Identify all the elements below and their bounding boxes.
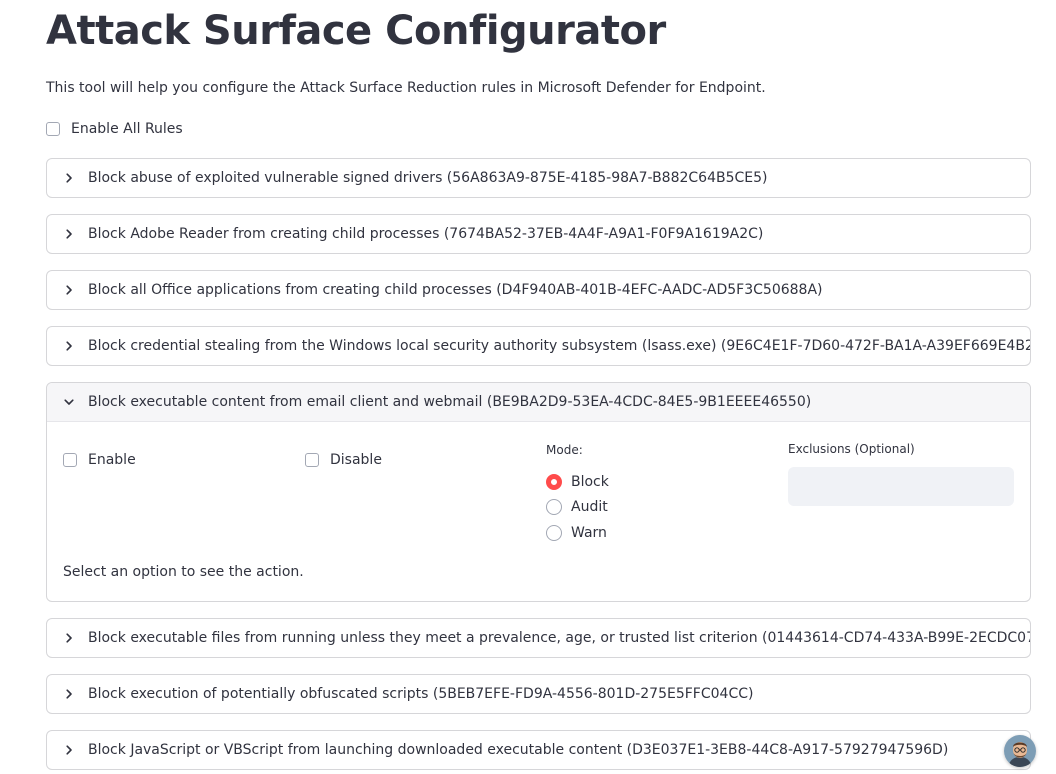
mode-option-label: Block: [571, 474, 609, 490]
rule-label: Block all Office applications from creat…: [88, 282, 823, 298]
exclusions-input[interactable]: [788, 467, 1014, 506]
checkbox-box[interactable]: [46, 122, 60, 136]
disable-checkbox[interactable]: Disable: [305, 452, 382, 468]
enable-checkbox[interactable]: Enable: [63, 452, 136, 468]
chevron-right-icon: [63, 744, 75, 756]
status-text: Select an option to see the action.: [63, 564, 304, 580]
rule-expander: Block Adobe Reader from creating child p…: [46, 214, 1031, 254]
chevron-right-icon: [63, 688, 75, 700]
rule-expander: Block credential stealing from the Windo…: [46, 326, 1031, 366]
mode-option-label: Warn: [571, 525, 607, 541]
mode-radio-audit[interactable]: Audit: [546, 499, 608, 515]
chevron-right-icon: [63, 632, 75, 644]
disable-label: Disable: [330, 452, 382, 468]
checkbox-box[interactable]: [63, 453, 77, 467]
rule-expander-header[interactable]: Block credential stealing from the Windo…: [47, 327, 1030, 365]
radio-unselected[interactable]: [546, 525, 562, 541]
page-description: This tool will help you configure the At…: [46, 80, 766, 96]
rule-expander: Block executable files from running unle…: [46, 618, 1031, 658]
checkbox-box[interactable]: [305, 453, 319, 467]
rule-label: Block JavaScript or VBScript from launch…: [88, 742, 949, 758]
enable-all-rules-checkbox[interactable]: Enable All Rules: [46, 121, 183, 137]
mode-option-label: Audit: [571, 499, 608, 515]
chevron-down-icon: [63, 396, 75, 408]
chevron-right-icon: [63, 172, 75, 184]
rule-expander-header[interactable]: Block Adobe Reader from creating child p…: [47, 215, 1030, 253]
chevron-right-icon: [63, 340, 75, 352]
rule-expander-body: Enable Disable Mode: Block Audit Warn Ex…: [47, 422, 1030, 601]
rule-expander-header[interactable]: Block abuse of exploited vulnerable sign…: [47, 159, 1030, 197]
chevron-right-icon: [63, 228, 75, 240]
mode-label: Mode:: [546, 443, 583, 457]
rule-expander-header[interactable]: Block JavaScript or VBScript from launch…: [47, 731, 1030, 769]
rule-label: Block executable content from email clie…: [88, 394, 812, 410]
rule-expander: Block abuse of exploited vulnerable sign…: [46, 158, 1031, 198]
rule-expander-header[interactable]: Block executable files from running unle…: [47, 619, 1030, 657]
user-avatar[interactable]: [1004, 735, 1036, 767]
rule-label: Block executable files from running unle…: [88, 630, 1030, 646]
exclusions-label: Exclusions (Optional): [788, 442, 915, 456]
enable-label: Enable: [88, 452, 136, 468]
rule-expander-expanded: Block executable content from email clie…: [46, 382, 1031, 602]
rule-expander-header[interactable]: Block execution of potentially obfuscate…: [47, 675, 1030, 713]
enable-all-rules-label: Enable All Rules: [71, 121, 183, 137]
radio-selected[interactable]: [546, 474, 562, 490]
rule-label: Block abuse of exploited vulnerable sign…: [88, 170, 768, 186]
rule-expander-header[interactable]: Block executable content from email clie…: [47, 383, 1030, 422]
rule-expander: Block JavaScript or VBScript from launch…: [46, 730, 1031, 770]
rule-label: Block credential stealing from the Windo…: [88, 338, 1030, 354]
rule-label: Block execution of potentially obfuscate…: [88, 686, 754, 702]
rule-expander: Block execution of potentially obfuscate…: [46, 674, 1031, 714]
chevron-right-icon: [63, 284, 75, 296]
rule-label: Block Adobe Reader from creating child p…: [88, 226, 764, 242]
rule-expander-header[interactable]: Block all Office applications from creat…: [47, 271, 1030, 309]
page-title: Attack Surface Configurator: [46, 8, 666, 54]
mode-radio-block[interactable]: Block: [546, 474, 609, 490]
mode-radio-warn[interactable]: Warn: [546, 525, 607, 541]
rule-expander: Block all Office applications from creat…: [46, 270, 1031, 310]
radio-unselected[interactable]: [546, 499, 562, 515]
